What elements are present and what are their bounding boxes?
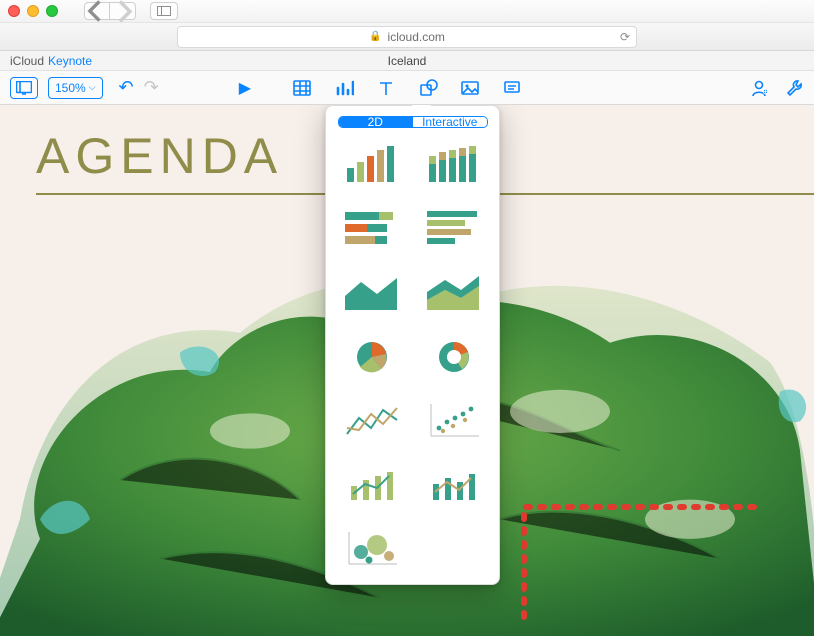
- nav-back-forward: [84, 2, 136, 20]
- address-bar[interactable]: 🔒 icloud.com ⟳: [177, 26, 637, 48]
- url-row: 🔒 icloud.com ⟳: [0, 22, 814, 50]
- close-window-button[interactable]: [8, 5, 20, 17]
- chart-thumb-bar-vertical-stacked[interactable]: [420, 140, 488, 190]
- chart-thumb-scatter[interactable]: [420, 396, 488, 446]
- route-dotted-line: [514, 447, 774, 627]
- chart-thumb-combo-1[interactable]: [338, 460, 406, 510]
- window-controls: [8, 5, 58, 17]
- slide-title: AGENDA: [36, 127, 283, 185]
- chart-thumb-donut[interactable]: [420, 332, 488, 382]
- undo-button[interactable]: ↶: [119, 77, 134, 98]
- chart-thumb-area[interactable]: [338, 268, 406, 318]
- brand-label: iCloud: [10, 54, 44, 68]
- insert-comment-button[interactable]: [502, 78, 522, 98]
- zoom-menu-button[interactable]: 150% ⌵: [48, 77, 103, 99]
- browser-chrome: 🔒 icloud.com ⟳: [0, 0, 814, 51]
- document-title: Iceland: [388, 54, 427, 68]
- insert-image-button[interactable]: [460, 78, 480, 98]
- chart-thumb-area-stacked[interactable]: [420, 268, 488, 318]
- sidebar-toggle-button[interactable]: [150, 2, 178, 20]
- insert-table-button[interactable]: [292, 78, 312, 98]
- insert-text-button[interactable]: [376, 78, 396, 98]
- chart-thumb-bubble[interactable]: [338, 524, 406, 574]
- collaborate-button[interactable]: [750, 78, 770, 98]
- app-bar: iCloud Keynote Iceland: [0, 51, 814, 71]
- back-button[interactable]: [84, 2, 110, 20]
- chart-tab-interactive[interactable]: Interactive: [412, 117, 487, 127]
- titlebar: [0, 0, 814, 22]
- app-name-link[interactable]: Keynote: [48, 54, 92, 68]
- url-host: icloud.com: [388, 30, 445, 44]
- reload-icon[interactable]: ⟳: [620, 30, 630, 44]
- play-button[interactable]: ▶: [239, 78, 251, 98]
- chart-thumb-line[interactable]: [338, 396, 406, 446]
- chart-type-popover: 2D Interactive: [325, 105, 500, 585]
- undo-redo-group: ↶ ↷: [119, 77, 159, 98]
- view-menu-button[interactable]: [10, 77, 38, 99]
- zoom-value: 150%: [55, 81, 86, 95]
- tools-button[interactable]: [784, 78, 804, 98]
- sidebar-icon: [157, 6, 171, 16]
- chart-thumb-bar-horizontal-stacked[interactable]: [338, 204, 406, 254]
- chevron-down-icon: ⌵: [89, 82, 96, 93]
- chart-thumbs-grid: [338, 140, 488, 574]
- lock-icon: 🔒: [369, 31, 381, 42]
- chart-thumb-pie[interactable]: [338, 332, 406, 382]
- redo-button: ↷: [144, 77, 159, 98]
- insert-chart-button[interactable]: [334, 78, 354, 98]
- insert-shape-button[interactable]: [418, 78, 438, 98]
- minimize-window-button[interactable]: [27, 5, 39, 17]
- toolbar-right: [750, 78, 804, 98]
- chart-tab-segmented: 2D Interactive: [338, 116, 488, 128]
- chart-tab-2d[interactable]: 2D: [339, 117, 413, 127]
- slide-canvas[interactable]: AGENDA: [0, 105, 814, 636]
- chart-thumb-bar-vertical[interactable]: [338, 140, 406, 190]
- toolbar-left: 150% ⌵ ↶ ↷ ▶: [10, 77, 251, 99]
- zoom-window-button[interactable]: [46, 5, 58, 17]
- chart-thumb-bar-horizontal[interactable]: [420, 204, 488, 254]
- chart-thumb-combo-2[interactable]: [420, 460, 488, 510]
- keynote-toolbar: 150% ⌵ ↶ ↷ ▶: [0, 71, 814, 105]
- forward-button[interactable]: [110, 2, 136, 20]
- toolbar-center: [292, 78, 522, 98]
